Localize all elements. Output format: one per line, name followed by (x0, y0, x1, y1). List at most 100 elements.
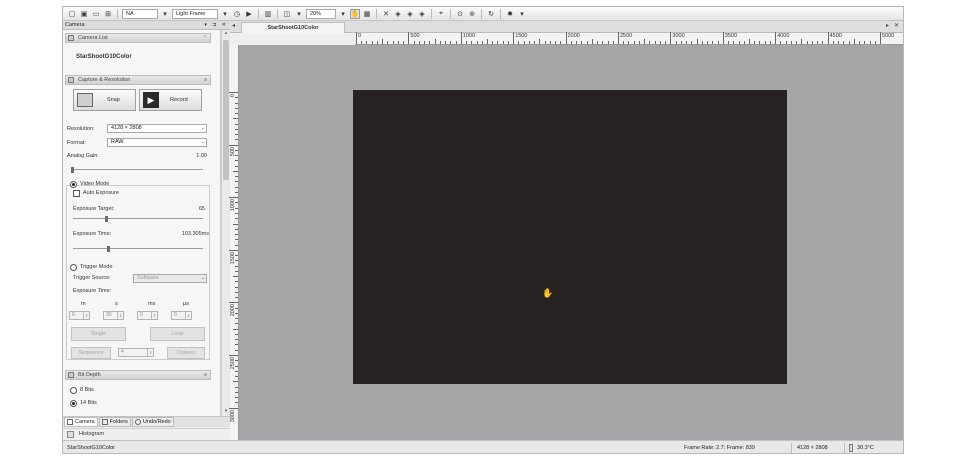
film-icon[interactable]: ▥ (263, 9, 273, 19)
ruler-tick (743, 41, 745, 44)
format-select[interactable]: RAW ⌄ (107, 138, 207, 147)
ruler-tick (497, 41, 499, 44)
spin-arrows-icon[interactable]: ⇕ (151, 312, 157, 319)
diamond-icon[interactable]: ◈ (417, 9, 427, 19)
tab-scroll-right-icon[interactable]: ▸ (886, 22, 889, 29)
exposure-time-slider[interactable] (73, 246, 203, 252)
display-icon[interactable]: ▦ (362, 9, 372, 19)
more-icon[interactable]: ▾ (517, 9, 527, 19)
collapse-icon[interactable]: ≡ (204, 371, 207, 379)
diamond-icon[interactable]: ◈ (393, 9, 403, 19)
seconds-spinbox[interactable]: 30 ⇕ (103, 311, 124, 320)
ruler-tick (618, 32, 619, 44)
rotate-icon[interactable]: ↻ (486, 9, 496, 19)
ruler-tick (233, 170, 238, 172)
ruler-tick (235, 344, 238, 346)
diamond-icon[interactable]: ◈ (405, 9, 415, 19)
tab-undo-redo[interactable]: Undo/Redo (131, 417, 174, 427)
open-folder-icon[interactable]: ▭ (91, 9, 101, 19)
record-button[interactable]: ▶ Record (139, 89, 202, 111)
scroll-down-icon[interactable]: ▾ (222, 408, 230, 416)
spin-arrows-icon[interactable]: ⇕ (117, 312, 123, 319)
frame-type-select[interactable]: Light Frame (172, 8, 218, 19)
hand-icon[interactable]: ✋ (350, 8, 360, 19)
slider-handle[interactable] (107, 246, 110, 252)
ruler-tick (229, 407, 238, 409)
ruler-label: 4000 (777, 33, 790, 39)
ruler-tick (235, 386, 238, 388)
image-viewport[interactable]: ✋ (239, 45, 903, 440)
spin-arrows-icon[interactable]: ⇕ (185, 312, 191, 319)
spin-arrows-icon[interactable]: ⇕ (83, 312, 89, 319)
options-button[interactable]: Options (167, 347, 205, 359)
play-icon[interactable]: ▶ (244, 9, 254, 19)
collapse-icon[interactable]: ≡ (204, 76, 207, 84)
ruler-tick (749, 39, 750, 44)
crosshair-icon[interactable]: ⌖ (436, 9, 446, 19)
scrollbar-thumb[interactable] (223, 40, 229, 180)
circle-icon[interactable]: ⊚ (467, 9, 477, 19)
ruler-tick (670, 32, 672, 44)
camera-select[interactable]: NA (122, 8, 158, 19)
gear-icon[interactable]: ✹ (505, 9, 515, 19)
slider-handle[interactable] (105, 216, 108, 222)
histogram-icon (67, 431, 74, 438)
new-file-icon[interactable]: ▢ (67, 9, 77, 19)
panel-scrollbar[interactable]: ▴ ▾ (221, 30, 230, 416)
timer-icon[interactable]: ◷ (232, 9, 242, 19)
zoom-dropdown-icon[interactable]: ▾ (338, 9, 348, 19)
zoom-select[interactable]: 20% (306, 8, 336, 19)
snap-button[interactable]: Snap (73, 89, 136, 111)
microseconds-spinbox[interactable]: 0 ⇕ (171, 311, 192, 320)
vertical-ruler: 0 500 1000 1500 2000 2500 3000 (229, 45, 239, 440)
camera-dropdown-icon[interactable]: ▾ (160, 9, 170, 19)
sequence-button[interactable]: Sequence (71, 347, 111, 359)
tab-folders[interactable]: Folders (98, 417, 131, 427)
circle-icon[interactable]: ⊙ (455, 9, 465, 19)
capture-resolution-header[interactable]: Capture & Resolution ≡ (65, 75, 211, 85)
bit-depth-header[interactable]: Bit Depth ≡ (65, 370, 211, 380)
trigger-source-select[interactable]: Software ⌄ (133, 274, 207, 283)
histogram-bar[interactable]: Histogram (63, 428, 230, 439)
frame-type-dropdown-icon[interactable]: ▾ (220, 9, 230, 19)
bit-depth-8-radio[interactable] (70, 387, 77, 394)
panel-controls[interactable]: ▾ ⊐ ✕ (204, 21, 228, 30)
ruler-tick (790, 41, 792, 44)
capture-dropdown-icon[interactable]: ▾ (294, 9, 304, 19)
ruler-label: 2500 (620, 33, 633, 39)
camera-list-item[interactable]: StarShootG10Color (76, 54, 132, 60)
resolution-select[interactable]: 4128 × 2808 ⌄ (107, 124, 207, 133)
bit-depth-14-radio[interactable] (70, 400, 77, 407)
milliseconds-spinbox[interactable]: 0 ⇕ (137, 311, 158, 320)
captured-image[interactable] (353, 90, 787, 384)
save-icon[interactable]: ▣ (79, 9, 89, 19)
exposure-target-slider[interactable] (73, 216, 203, 222)
auto-exposure-checkbox[interactable] (73, 190, 80, 197)
ruler-tick (233, 118, 238, 120)
spin-arrows-icon[interactable]: ⇕ (147, 349, 153, 356)
grid-icon[interactable]: ⊞ (103, 9, 113, 19)
slider-handle[interactable] (71, 167, 74, 173)
trigger-mode-radio[interactable] (70, 264, 77, 271)
video-mode-radio[interactable] (70, 181, 77, 188)
capture-icon[interactable]: ◫ (282, 9, 292, 19)
cross-icon[interactable]: ✕ (381, 9, 391, 19)
tab-scroll-left-icon[interactable]: ◂ (232, 22, 235, 29)
close-icon[interactable]: ✕ (894, 22, 899, 29)
ruler-tick (235, 128, 238, 130)
minutes-spinbox[interactable]: 0 ⇕ (69, 311, 90, 320)
camera-list-header[interactable]: Camera List ⌃ (65, 33, 211, 43)
ruler-label: 1000 (462, 33, 476, 39)
ruler-tick (235, 291, 238, 293)
panel-tabs: Camera Folders Undo/Redo (63, 416, 230, 427)
scroll-up-icon[interactable]: ▴ (222, 30, 230, 38)
loop-button[interactable]: Loop (150, 327, 205, 341)
ruler-tick (838, 41, 840, 44)
sequence-spinbox[interactable]: 4 ⇕ (118, 348, 154, 357)
collapse-icon[interactable]: ⌃ (203, 34, 207, 42)
single-button[interactable]: Single (71, 327, 126, 341)
analog-gain-slider[interactable] (71, 167, 203, 173)
document-tab[interactable]: StarShootG10Color (241, 22, 345, 33)
tab-camera[interactable]: Camera (64, 417, 98, 427)
ruler-tick (859, 41, 861, 44)
